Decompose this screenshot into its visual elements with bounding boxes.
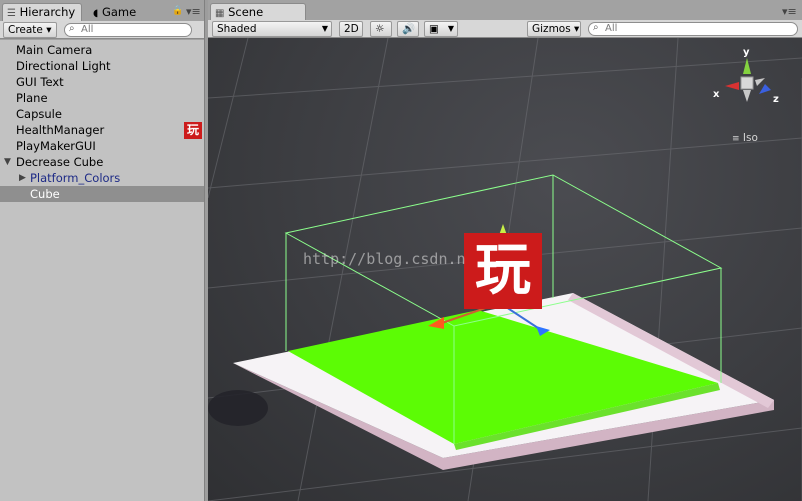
lighting-toggle-button[interactable]: ☼ xyxy=(370,21,392,37)
axis-label-z: z xyxy=(773,94,779,105)
list-item[interactable]: Directional Light xyxy=(0,58,204,74)
list-item-label: Cube xyxy=(30,187,60,201)
list-item-label: Directional Light xyxy=(16,59,111,73)
search-icon: ⌕ xyxy=(69,23,75,34)
axis-label-y: y xyxy=(743,47,750,58)
list-item-label: GUI Text xyxy=(16,75,64,89)
speaker-icon: 🔊 xyxy=(402,23,416,35)
scene-viewport[interactable]: 玩 http://blog.csdn.n y x z ≡ Iso xyxy=(208,38,802,501)
list-item[interactable]: PlayMakerGUI xyxy=(0,138,204,154)
scene-toolbar: Shaded ▼ 2D ☼ 🔊 ▣ ▼ Gizmos ▾ ⌕ All xyxy=(208,20,802,38)
tab-hierarchy[interactable]: ☰ Hierarchy xyxy=(2,3,82,21)
tab-hierarchy-label: Hierarchy xyxy=(19,5,76,19)
pacman-icon: ◖ xyxy=(93,8,99,19)
tab-game[interactable]: ◖ Game xyxy=(88,3,148,21)
create-button[interactable]: Create ▾ xyxy=(3,22,57,38)
list-item[interactable]: ▼ Decrease Cube xyxy=(0,154,204,170)
expand-arrow-icon[interactable]: ▼ xyxy=(4,154,11,170)
list-item-label: Capsule xyxy=(16,107,62,121)
gizmos-dropdown[interactable]: Gizmos ▾ xyxy=(527,21,581,37)
list-item-label: HealthManager xyxy=(16,123,105,137)
2d-toggle-button[interactable]: 2D xyxy=(339,21,363,37)
scene-search-placeholder: All xyxy=(605,23,618,34)
scene-search-input[interactable]: ⌕ All xyxy=(588,22,798,36)
list-item[interactable]: ▶ Platform_Colors xyxy=(0,170,204,186)
chevron-down-icon: ▼ xyxy=(447,24,454,33)
list-item-label: Platform_Colors xyxy=(30,171,121,185)
hierarchy-tabstrip: ☰ Hierarchy ◖ Game 🔒 ▾≡ xyxy=(0,0,204,21)
collapse-arrow-icon[interactable]: ▶ xyxy=(19,170,26,186)
hierarchy-list: Main Camera Directional Light GUI Text P… xyxy=(0,40,204,501)
tab-scene[interactable]: ▦ Scene xyxy=(210,3,306,21)
lock-icon[interactable]: 🔒 xyxy=(172,6,183,16)
list-item-label: Main Camera xyxy=(16,43,93,57)
projection-label: Iso xyxy=(742,132,758,144)
list-item-label: Plane xyxy=(16,91,48,105)
projection-toggle[interactable]: ≡ Iso xyxy=(732,132,758,144)
menu-icon[interactable]: ▾≡ xyxy=(782,5,797,18)
draw-mode-dropdown[interactable]: Shaded ▼ xyxy=(212,21,332,37)
axis-gizmo-icon xyxy=(725,58,771,102)
chevron-down-icon: ▼ xyxy=(321,24,328,33)
list-item[interactable]: GUI Text xyxy=(0,74,204,90)
list-item-label: PlayMakerGUI xyxy=(16,139,96,153)
list-item-label: Decrease Cube xyxy=(16,155,104,169)
tab-scene-label: Scene xyxy=(228,5,264,19)
scene-tabstrip: ▦ Scene ▾≡ xyxy=(208,0,802,21)
audio-toggle-button[interactable]: 🔊 xyxy=(397,21,419,37)
list-item-selected[interactable]: Cube xyxy=(0,186,204,202)
orientation-gizmo[interactable]: y x z xyxy=(713,47,779,110)
object-shadow xyxy=(208,390,268,426)
hierarchy-search-placeholder: All xyxy=(81,24,94,35)
search-icon: ⌕ xyxy=(593,22,599,33)
scene-icon: ▦ xyxy=(215,8,225,19)
watermark-badge: 玩 xyxy=(464,233,542,309)
watermark-text: http://blog.csdn.n xyxy=(303,250,466,268)
list-item[interactable]: HealthManager 玩 xyxy=(0,122,204,139)
list-icon: ☰ xyxy=(7,8,16,19)
hierarchy-search-input[interactable]: ⌕ All xyxy=(64,23,192,37)
list-item[interactable]: Plane xyxy=(0,90,204,106)
effects-toggle-button[interactable]: ▣ ▼ xyxy=(424,21,458,37)
draw-mode-label: Shaded xyxy=(217,23,257,35)
sun-icon: ☼ xyxy=(375,23,385,35)
menu-icon: ≡ xyxy=(732,134,740,144)
list-item[interactable]: Capsule xyxy=(0,106,204,122)
axis-label-x: x xyxy=(713,89,720,100)
watermark-badge: 玩 xyxy=(184,122,202,139)
tab-game-label: Game xyxy=(101,5,137,19)
hierarchy-toolbar: Create ▾ ⌕ All xyxy=(0,21,204,39)
menu-icon[interactable]: ▾≡ xyxy=(186,5,201,18)
image-icon: ▣ xyxy=(429,23,439,35)
list-item[interactable]: Main Camera xyxy=(0,42,204,58)
